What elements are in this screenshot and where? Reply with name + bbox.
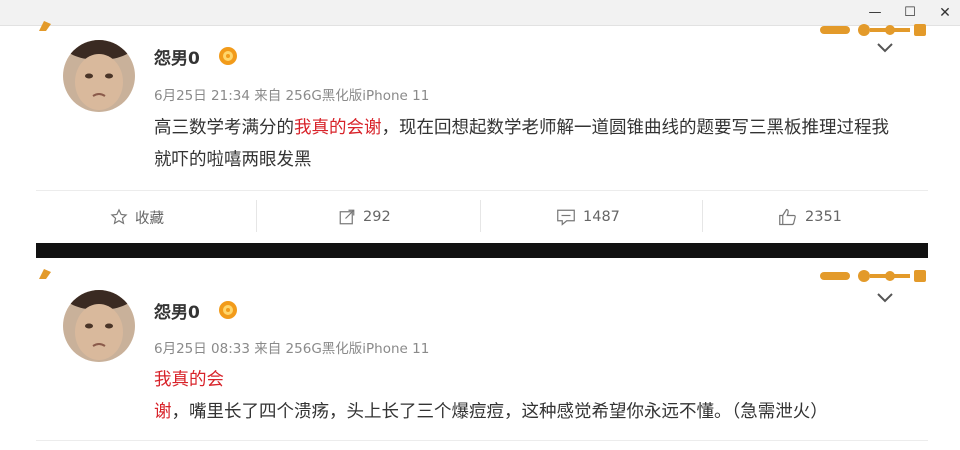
comment-button[interactable]: 1487 [556,194,620,240]
chevron-down-icon[interactable] [876,292,894,304]
highlight-link[interactable]: 我真的会谢 [294,118,382,138]
comment-count: 1487 [583,209,620,225]
action-separator [256,200,257,232]
vip-badge-icon[interactable] [218,300,238,320]
vip-badge-icon[interactable] [218,46,238,66]
decoration-icon [39,269,51,279]
avatar-photo-icon [63,40,135,112]
chevron-down-icon[interactable] [876,42,894,54]
post-meta: 6月25日 21:34 来自 256G黑化版iPhone 11 [154,84,429,104]
star-icon [110,208,128,225]
post-content: 我真的会谢，嘴里长了四个溃疡，头上长了三个爆痘痘，这种感觉希望你永远不懂。（急需… [154,364,894,428]
divider [36,190,928,191]
thumbs-up-icon [779,208,796,226]
repost-icon [339,209,355,225]
like-button[interactable]: 2351 [778,194,842,240]
repost-count: 292 [363,209,391,225]
post-source: 来自 256G黑化版iPhone 11 [254,341,430,357]
weibo-post: 怨男0 6月25日 21:34 来自 256G黑化版iPhone 11 高三数学… [0,21,960,240]
action-separator [480,200,481,232]
avatar[interactable] [63,40,135,112]
content-text: 高三数学考满分的 [154,118,294,138]
window-titlebar: — ☐ ✕ [0,0,960,26]
decoration-icon [820,270,926,282]
comment-icon [557,209,575,226]
post-content: 高三数学考满分的我真的会谢，现在回想起数学老师解一道圆锥曲线的题要写三黑板推理过… [154,112,894,176]
post-meta: 6月25日 08:33 来自 256G黑化版iPhone 11 [154,337,429,357]
content-text: ，嘴里长了四个溃疡，头上长了三个爆痘痘，这种感觉希望你永远不懂。（急需泄火） [171,402,828,422]
decoration-icon [820,24,926,36]
avatar-photo-icon [63,290,135,362]
username[interactable]: 怨男0 [154,298,200,323]
post-source: 来自 256G黑化版iPhone 11 [254,88,430,104]
action-bar: 收藏 292 1487 2351 [36,194,928,240]
divider [36,440,928,441]
decoration-icon [39,21,51,31]
favorite-button[interactable]: 收藏 [110,194,164,240]
avatar[interactable] [63,290,135,362]
username[interactable]: 怨男0 [154,44,200,69]
post-date: 6月25日 21:34 [154,88,250,104]
action-separator [702,200,703,232]
weibo-post: 怨男0 6月25日 08:33 来自 256G黑化版iPhone 11 我真的会… [0,262,960,450]
post-date: 6月25日 08:33 [154,341,250,357]
close-button[interactable]: ✕ [932,2,958,24]
repost-button[interactable]: 292 [338,194,391,240]
separator-bar [36,243,928,258]
like-count: 2351 [805,209,842,225]
favorite-label: 收藏 [135,210,164,227]
